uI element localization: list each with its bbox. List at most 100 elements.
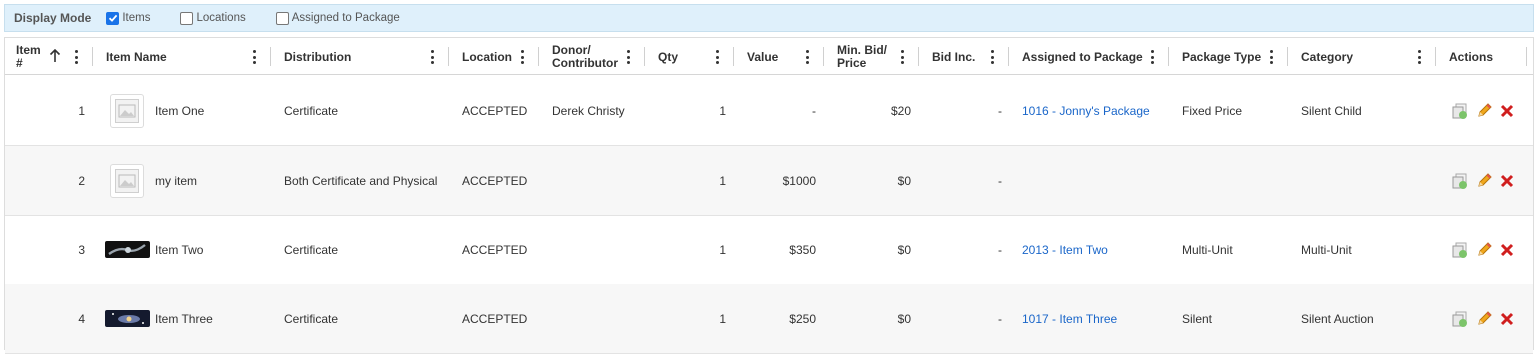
bid-inc: - (998, 173, 1002, 188)
display-option-locations[interactable]: Locations (180, 11, 246, 25)
checkbox-icon[interactable] (180, 11, 194, 25)
distribution: Certificate (284, 242, 339, 257)
column-menu-icon[interactable] (625, 49, 631, 65)
column-separator[interactable] (538, 47, 539, 66)
display-option-items-label: Items (122, 12, 151, 24)
distribution: Certificate (284, 311, 339, 326)
item-name: my item (155, 173, 197, 188)
bid-inc: - (998, 242, 1002, 257)
sort-ascending-icon[interactable] (49, 49, 61, 63)
pencil-icon[interactable] (1475, 172, 1493, 190)
column-header-category[interactable]: Category (1301, 38, 1353, 75)
pencil-icon[interactable] (1475, 310, 1493, 328)
copy-icon[interactable] (1451, 172, 1469, 190)
column-title-line-2: # (16, 55, 23, 70)
category: Multi-Unit (1301, 242, 1352, 257)
copy-icon[interactable] (1451, 102, 1469, 120)
column-separator[interactable] (1168, 47, 1169, 66)
column-header-distribution[interactable]: Distribution (284, 38, 351, 75)
column-header-item-name[interactable]: Item Name (106, 38, 167, 75)
item-name: Item Three (155, 311, 213, 326)
column-title: Qty (658, 49, 679, 64)
column-separator[interactable] (733, 47, 734, 66)
column-title: Actions (1449, 49, 1494, 64)
column-title-line-1: Item (16, 42, 41, 57)
column-header-item-number[interactable]: Item # (16, 38, 46, 75)
column-title: Category (1301, 49, 1354, 64)
min-bid: $20 (890, 103, 911, 118)
table-row[interactable]: 1 Item One Certificate ACCEPTED Derek Ch… (5, 76, 1533, 146)
column-menu-icon[interactable] (714, 49, 720, 65)
value: $1000 (782, 173, 816, 188)
delete-x-icon[interactable] (1498, 310, 1516, 328)
column-header-assigned-to-package[interactable]: Assigned to Package (1022, 38, 1143, 75)
distribution: Certificate (284, 103, 339, 118)
column-menu-icon[interactable] (429, 49, 435, 65)
column-separator[interactable] (448, 47, 449, 66)
display-option-assigned-to-package[interactable]: Assigned to Package (275, 11, 400, 25)
checkbox-checked-icon[interactable] (106, 11, 120, 25)
no-image-icon[interactable] (110, 94, 144, 128)
column-separator[interactable] (92, 47, 93, 66)
table-row[interactable]: 3 Item Two Certificate ACCEPTED 1 $350 $… (5, 215, 1533, 285)
column-menu-icon[interactable] (804, 49, 810, 65)
item-number: 1 (78, 103, 85, 118)
column-menu-icon[interactable] (899, 49, 905, 65)
min-bid: $0 (897, 242, 911, 257)
column-separator[interactable] (644, 47, 645, 66)
display-option-items[interactable]: Items (106, 11, 151, 25)
column-header-qty[interactable]: Qty (658, 38, 678, 75)
column-menu-icon[interactable] (73, 49, 79, 65)
item-thumbnail[interactable] (105, 310, 150, 327)
column-menu-icon[interactable] (989, 49, 995, 65)
column-separator[interactable] (270, 47, 271, 66)
column-separator[interactable] (823, 47, 824, 66)
column-header-value[interactable]: Value (747, 38, 778, 75)
column-separator[interactable] (1435, 47, 1436, 66)
pencil-icon[interactable] (1475, 241, 1493, 259)
item-name: Item Two (155, 242, 204, 257)
column-header-package-type[interactable]: Package Type (1182, 38, 1261, 75)
table-row[interactable]: 2 my item Both Certificate and Physical … (5, 146, 1533, 216)
column-title: Distribution (284, 49, 352, 64)
no-image-icon[interactable] (110, 164, 144, 198)
delete-x-icon[interactable] (1498, 241, 1516, 259)
column-menu-icon[interactable] (251, 49, 257, 65)
column-menu-icon[interactable] (1149, 49, 1155, 65)
column-title: Item Name (106, 49, 167, 64)
column-separator[interactable] (1526, 47, 1527, 66)
column-separator[interactable] (1287, 47, 1288, 66)
column-title: Value (747, 49, 779, 64)
assigned-package-link[interactable]: 1016 - Jonny's Package (1022, 76, 1150, 145)
assigned-package-link[interactable]: 1017 - Item Three (1022, 284, 1117, 353)
display-mode-label: Display Mode (14, 11, 92, 25)
item-thumbnail[interactable] (105, 241, 150, 258)
column-header-donor[interactable]: Donor/Contributor (552, 38, 618, 75)
column-menu-icon[interactable] (1416, 49, 1422, 65)
delete-x-icon[interactable] (1498, 172, 1516, 190)
checkbox-icon[interactable] (275, 11, 289, 25)
column-header-location[interactable]: Location (462, 38, 512, 75)
qty: 1 (719, 311, 726, 326)
location: ACCEPTED (462, 173, 528, 188)
column-menu-icon[interactable] (519, 49, 525, 65)
delete-x-icon[interactable] (1498, 102, 1516, 120)
item-number: 3 (78, 242, 85, 257)
column-header-actions: Actions (1449, 38, 1493, 75)
category: Silent Child (1301, 103, 1362, 118)
column-header-bid-inc[interactable]: Bid Inc. (932, 38, 975, 75)
column-separator[interactable] (1008, 47, 1009, 66)
pencil-icon[interactable] (1475, 102, 1493, 120)
copy-icon[interactable] (1451, 310, 1469, 328)
distribution: Both Certificate and Physical (284, 173, 438, 188)
copy-icon[interactable] (1451, 241, 1469, 259)
table-row[interactable]: 4 Item Three Certificate ACCEPTED 1 $250… (5, 284, 1533, 354)
column-title: Location (462, 49, 512, 64)
column-title-line-1: Min. Bid/ (837, 42, 887, 57)
column-title: Assigned to Package (1022, 49, 1143, 64)
assigned-package-link[interactable]: 2013 - Item Two (1022, 215, 1108, 284)
column-menu-icon[interactable] (1268, 49, 1274, 65)
column-separator[interactable] (918, 47, 919, 66)
value: - (812, 103, 816, 118)
column-header-min-bid[interactable]: Min. Bid/Price (837, 38, 887, 75)
